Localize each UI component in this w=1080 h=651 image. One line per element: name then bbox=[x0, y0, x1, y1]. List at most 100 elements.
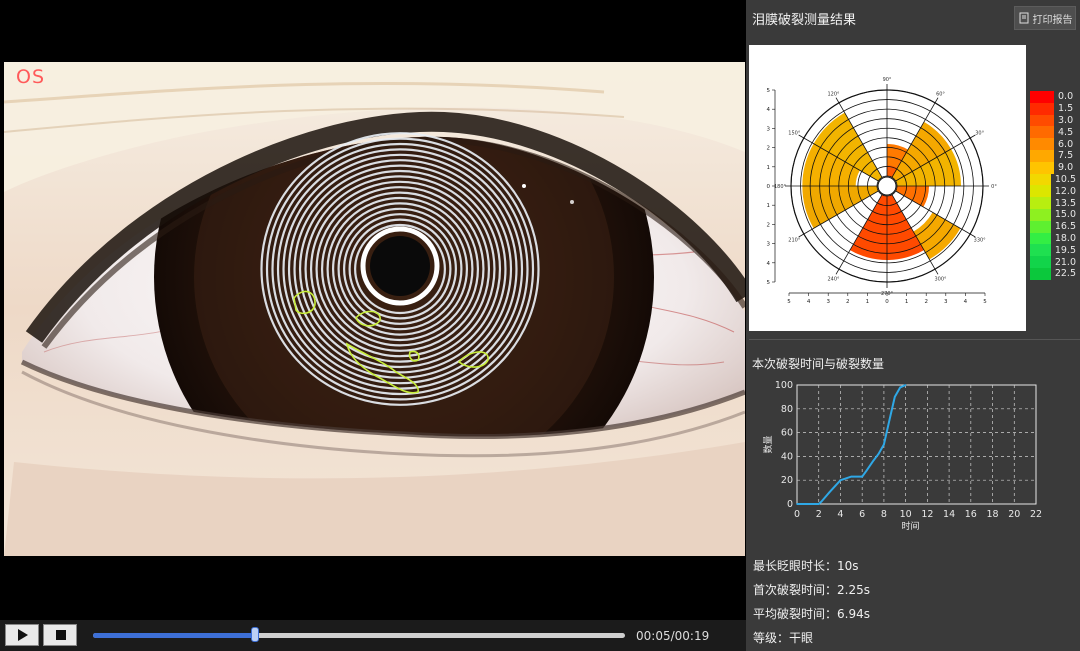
legend-item: 6.0 bbox=[1030, 138, 1076, 150]
polar-sector bbox=[913, 212, 961, 260]
polar-y-tick-label: 4 bbox=[767, 107, 771, 113]
y-tick-label: 0 bbox=[787, 499, 793, 510]
data-point bbox=[850, 475, 853, 478]
x-tick-label: 22 bbox=[1030, 509, 1042, 520]
polar-y-tick-label: 4 bbox=[767, 261, 771, 267]
stop-button[interactable] bbox=[43, 624, 77, 646]
legend-item: 18.0 bbox=[1030, 232, 1076, 245]
polar-y-tick-label: 2 bbox=[767, 146, 771, 152]
polar-y-tick-label: 0 bbox=[767, 184, 771, 190]
polar-angle-label: 30° bbox=[975, 131, 984, 137]
legend-swatch bbox=[1030, 173, 1051, 186]
polar-x-tick-label: 4 bbox=[807, 299, 811, 305]
polar-x-tick-label: 2 bbox=[846, 299, 850, 305]
y-tick-label: 20 bbox=[781, 475, 793, 486]
legend-item: 13.5 bbox=[1030, 197, 1076, 209]
y-axis-label: 数量 bbox=[762, 435, 774, 453]
polar-angle-label: 240° bbox=[827, 277, 840, 283]
color-legend: 0.0 1.5 3.0 4.5 6.0 7.5 9.0 10.5 12.0 13.5 15.0 16.… bbox=[1030, 91, 1076, 280]
legend-swatch bbox=[1030, 126, 1054, 139]
print-report-button[interactable]: 打印报告 bbox=[1014, 6, 1076, 30]
polar-y-tick-label: 5 bbox=[767, 88, 771, 94]
panel-title: 泪膜破裂测量结果 bbox=[752, 13, 857, 28]
print-report-label: 打印报告 bbox=[1032, 14, 1073, 26]
stat-first-breakup: 首次破裂时间：2.25s bbox=[753, 583, 870, 597]
polar-x-tick-label: 1 bbox=[866, 299, 870, 305]
polar-angle-label: 120° bbox=[827, 91, 840, 97]
polar-x-tick-label: 0 bbox=[885, 299, 889, 305]
polar-angle-label: 60° bbox=[936, 91, 945, 97]
eye-image bbox=[4, 62, 745, 556]
eye-side-label: OS bbox=[16, 66, 46, 88]
data-point bbox=[899, 386, 902, 389]
legend-item: 7.5 bbox=[1030, 149, 1076, 162]
x-tick-label: 10 bbox=[900, 509, 912, 520]
data-point bbox=[820, 500, 823, 503]
line-chart-title: 本次破裂时间与破裂数量 bbox=[752, 357, 885, 371]
data-point bbox=[883, 443, 885, 446]
legend-swatch bbox=[1030, 244, 1051, 257]
polar-y-tick-label: 1 bbox=[767, 165, 771, 171]
legend-label: 0.0 bbox=[1058, 91, 1074, 103]
data-line bbox=[797, 384, 907, 505]
legend-swatch bbox=[1030, 149, 1054, 162]
legend-swatch bbox=[1030, 91, 1054, 103]
data-point bbox=[893, 396, 896, 398]
legend-swatch bbox=[1030, 185, 1051, 198]
polar-angle-label: 0° bbox=[991, 184, 997, 190]
legend-item: 16.5 bbox=[1030, 220, 1076, 233]
legend-item: 15.0 bbox=[1030, 208, 1076, 221]
polar-y-tick-label: 2 bbox=[767, 222, 771, 228]
legend-label: 7.5 bbox=[1058, 150, 1074, 162]
x-axis-label: 时间 bbox=[901, 520, 919, 532]
legend-item: 21.0 bbox=[1030, 256, 1076, 268]
polar-angle-label: 330° bbox=[974, 238, 987, 244]
data-point bbox=[904, 384, 907, 386]
y-tick-label: 60 bbox=[781, 428, 793, 439]
polar-angle-label: 300° bbox=[934, 277, 947, 283]
x-tick-label: 2 bbox=[816, 509, 822, 520]
x-tick-label: 8 bbox=[881, 509, 887, 520]
legend-label: 13.5 bbox=[1054, 197, 1076, 209]
data-point bbox=[839, 479, 842, 481]
data-point bbox=[877, 453, 880, 455]
legend-swatch bbox=[1030, 220, 1051, 233]
progress-thumb[interactable] bbox=[251, 627, 259, 642]
legend-label: 9.0 bbox=[1058, 162, 1074, 174]
polar-x-tick-label: 3 bbox=[826, 299, 830, 305]
x-tick-label: 6 bbox=[859, 509, 865, 520]
legend-label: 21.0 bbox=[1054, 256, 1076, 268]
x-tick-label: 0 bbox=[794, 509, 800, 520]
legend-label: 12.0 bbox=[1054, 185, 1076, 197]
legend-swatch bbox=[1030, 267, 1051, 280]
legend-item: 10.5 bbox=[1030, 173, 1076, 186]
legend-swatch bbox=[1030, 232, 1051, 245]
data-point bbox=[828, 491, 831, 493]
polar-angle-label: 210° bbox=[788, 238, 801, 244]
legend-swatch bbox=[1030, 197, 1051, 209]
polar-angle-label: 180° bbox=[774, 184, 787, 190]
legend-item: 19.5 bbox=[1030, 244, 1076, 257]
polar-x-tick-label: 2 bbox=[924, 299, 928, 305]
polar-y-tick-label: 5 bbox=[767, 280, 771, 286]
polar-angle-label: 150° bbox=[788, 131, 801, 137]
play-button[interactable] bbox=[5, 624, 39, 646]
y-tick-label: 80 bbox=[781, 404, 793, 415]
legend-item: 3.0 bbox=[1030, 114, 1076, 127]
legend-swatch bbox=[1030, 161, 1054, 174]
polar-center bbox=[877, 176, 897, 196]
legend-swatch bbox=[1030, 114, 1054, 127]
polar-x-tick-label: 5 bbox=[983, 299, 987, 305]
legend-label: 10.5 bbox=[1054, 173, 1076, 185]
play-icon bbox=[18, 629, 28, 641]
polar-angle-label: 90° bbox=[883, 77, 892, 83]
polar-y-tick-label: 3 bbox=[767, 126, 771, 132]
legend-label: 16.5 bbox=[1054, 221, 1076, 233]
plot-area bbox=[796, 384, 1037, 505]
polar-y-tick-label: 3 bbox=[767, 242, 771, 248]
legend-item: 4.5 bbox=[1030, 126, 1076, 139]
time-readout: 00:05/00:19 bbox=[636, 629, 710, 643]
data-point bbox=[865, 469, 868, 472]
legend-swatch bbox=[1030, 138, 1054, 150]
legend-item: 22.5 bbox=[1030, 267, 1076, 280]
